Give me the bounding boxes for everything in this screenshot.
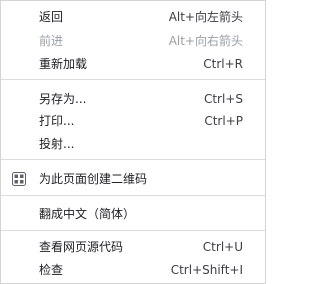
menu-item-reload-label: 重新加载 (39, 57, 88, 71)
menu-item-translate-label: 翻成中文（简体） (39, 207, 136, 221)
menu-item-back[interactable]: 返回 Alt+向左箭头 (1, 5, 265, 29)
menu-item-view-source-shortcut: Ctrl+U (202, 240, 243, 254)
menu-item-view-source[interactable]: 查看网页源代码 Ctrl+U (1, 235, 265, 259)
menu-item-inspect[interactable]: 检查 Ctrl+Shift+I (1, 258, 265, 282)
menu-item-print[interactable]: 打印... Ctrl+P (1, 109, 265, 133)
menu-item-forward-shortcut: Alt+向右箭头 (168, 34, 243, 48)
menu-item-inspect-label: 检查 (39, 263, 64, 277)
menu-item-print-label: 打印... (39, 114, 75, 128)
menu-item-create-qr-code[interactable]: 为此页面创建二维码 (1, 167, 265, 191)
menu-separator (1, 195, 265, 196)
menu-item-translate[interactable]: 翻成中文（简体） (1, 202, 265, 226)
menu-item-create-qr-code-label: 为此页面创建二维码 (39, 172, 148, 186)
menu-item-save-as-label: 另存为... (39, 92, 87, 106)
menu-separator (1, 159, 265, 160)
menu-item-forward: 前进 Alt+向右箭头 (1, 29, 265, 53)
menu-item-reload[interactable]: 重新加载 Ctrl+R (1, 52, 265, 76)
menu-item-save-as-shortcut: Ctrl+S (203, 92, 243, 106)
menu-item-cast-label: 投射... (39, 137, 75, 151)
menu-item-print-shortcut: Ctrl+P (204, 114, 243, 128)
menu-item-inspect-shortcut: Ctrl+Shift+I (170, 263, 243, 277)
menu-item-back-label: 返回 (39, 10, 64, 24)
menu-item-save-as[interactable]: 另存为... Ctrl+S (1, 87, 265, 111)
qr-code-icon (12, 172, 26, 186)
context-menu: 返回 Alt+向左箭头 前进 Alt+向右箭头 重新加载 Ctrl+R 另存为.… (0, 0, 266, 284)
menu-separator (1, 230, 265, 231)
menu-item-forward-label: 前进 (39, 34, 64, 48)
menu-item-reload-shortcut: Ctrl+R (203, 57, 243, 71)
menu-item-cast[interactable]: 投射... (1, 132, 265, 156)
menu-item-back-shortcut: Alt+向左箭头 (168, 10, 243, 24)
menu-separator (1, 79, 265, 80)
menu-item-view-source-label: 查看网页源代码 (39, 240, 124, 254)
